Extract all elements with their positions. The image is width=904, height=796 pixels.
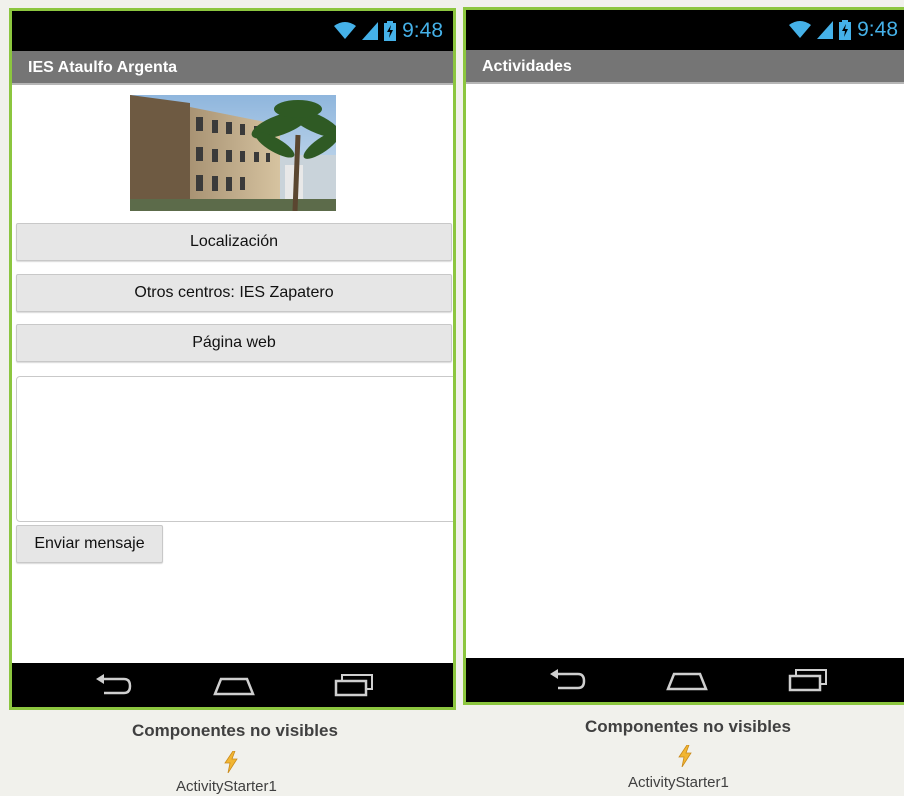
battery-icon [384,21,397,41]
navigation-bar [466,658,904,702]
lightning-icon [224,751,238,773]
screen2-phone-frame: 9:48 Actividades [463,7,904,705]
screen1-phone-frame: 9:48 IES Ataulfo Argenta Localización Ot… [9,8,456,710]
lightning-icon [678,745,692,767]
status-time: 9:48 [857,18,898,41]
signal-icon [362,22,379,40]
signal-icon [817,21,834,39]
wifi-icon [789,21,812,38]
back-icon[interactable] [92,673,132,697]
home-icon[interactable] [666,668,708,692]
recents-icon[interactable] [334,673,374,697]
status-bar: 9:48 [466,10,904,50]
battery-icon [839,20,852,40]
non-visible-components-title: Componentes no visibles [585,717,791,736]
title-bar: IES Ataulfo Argenta [12,51,453,85]
home-icon[interactable] [213,673,255,697]
activity-starter-component[interactable]: ActivityStarter1 [628,774,729,791]
message-textbox[interactable] [16,376,453,522]
title-bar: Actividades [466,50,904,84]
non-visible-components-title: Componentes no visibles [132,721,338,740]
screen-title: Actividades [482,58,572,75]
other-centers-button[interactable]: Otros centros: IES Zapatero [16,274,452,312]
location-button[interactable]: Localización [16,223,452,261]
screen-title: IES Ataulfo Argenta [28,59,178,76]
web-page-button[interactable]: Página web [16,324,452,362]
status-bar: 9:48 [12,11,453,51]
navigation-bar [12,663,453,707]
status-time: 9:48 [402,19,443,42]
back-icon[interactable] [546,668,586,692]
school-building-image [130,95,336,211]
wifi-icon [334,22,357,39]
activity-starter-component[interactable]: ActivityStarter1 [176,778,277,795]
send-message-button[interactable]: Enviar mensaje [16,525,163,563]
recents-icon[interactable] [788,668,828,692]
